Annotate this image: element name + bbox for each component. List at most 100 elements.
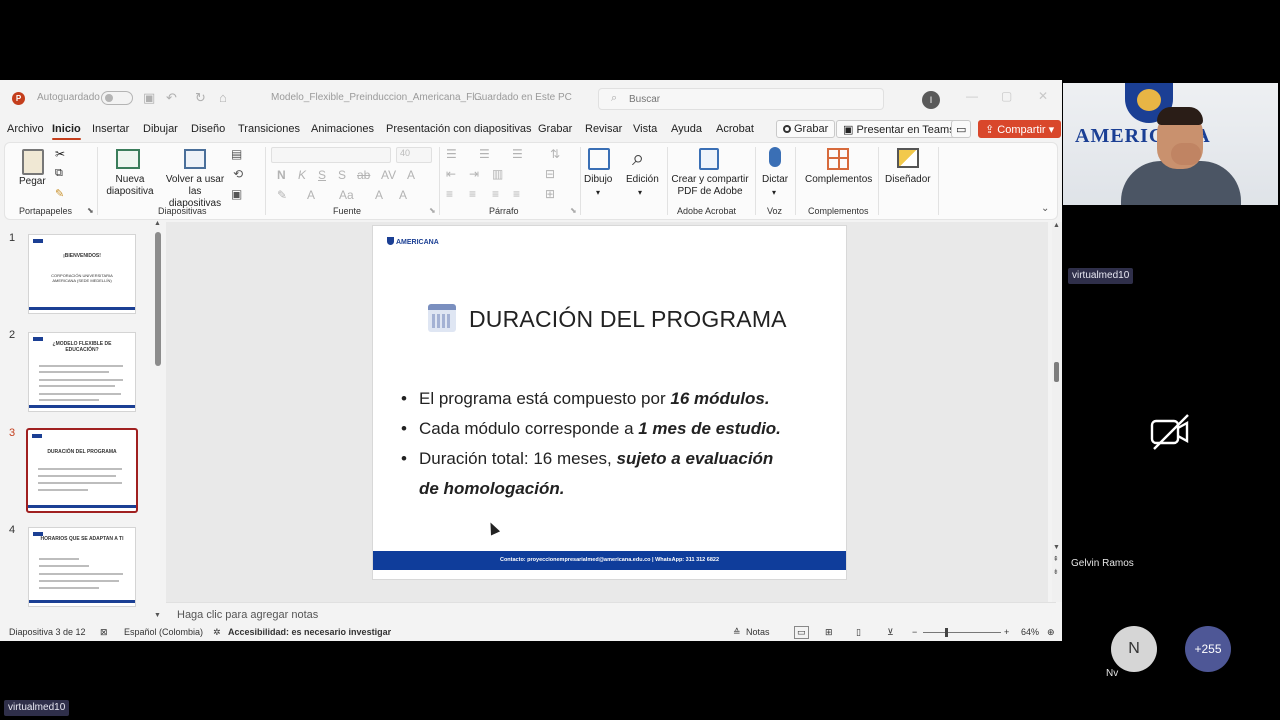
align-left-icon[interactable]: ≡	[446, 187, 453, 201]
dictate-dropdown-icon[interactable]: ▾	[772, 188, 776, 197]
present-in-teams-button[interactable]: ▣ Presentar en Teams	[836, 120, 962, 138]
strikethrough-icon[interactable]: ab	[357, 168, 370, 182]
participant-avatar[interactable]: N	[1111, 626, 1157, 672]
fit-slide-icon[interactable]: ⊕	[1047, 627, 1055, 638]
more-participants-button[interactable]: +255	[1185, 626, 1231, 672]
columns-icon[interactable]: ▥	[492, 167, 503, 181]
zoom-out-icon[interactable]: −	[912, 627, 917, 637]
search-input[interactable]	[629, 92, 869, 106]
reset-icon[interactable]: ⟲	[233, 167, 243, 181]
normal-view-icon[interactable]: ▭	[794, 626, 809, 639]
change-case-icon[interactable]: Aa	[339, 188, 354, 202]
tab-revisar[interactable]: Revisar	[585, 123, 622, 135]
scroll-up-icon[interactable]: ▲	[1053, 222, 1060, 229]
search-box[interactable]: ⌕	[598, 88, 884, 110]
shadow-icon[interactable]: S	[338, 168, 346, 182]
slideshow-icon[interactable]: ⊻	[887, 627, 894, 638]
drawing-dropdown-icon[interactable]: ▾	[596, 188, 600, 197]
share-button[interactable]: ⇪ Compartir ▾	[978, 120, 1062, 138]
numbering-icon[interactable]: ☰	[479, 147, 490, 161]
section-icon[interactable]: ▣	[231, 187, 242, 201]
find-icon[interactable]: ⌕	[632, 145, 644, 171]
tab-grabar[interactable]: Grabar	[538, 123, 572, 135]
create-pdf-icon[interactable]	[699, 148, 719, 170]
slide-sorter-icon[interactable]: ⊞	[825, 627, 833, 638]
zoom-slider-knob[interactable]	[945, 628, 948, 637]
addins-button[interactable]: Complementos	[805, 174, 872, 186]
undo-icon[interactable]: ↶	[166, 90, 177, 106]
text-direction-icon[interactable]: ⇅	[550, 147, 560, 161]
tab-insertar[interactable]: Insertar	[92, 123, 129, 135]
paste-icon[interactable]	[22, 149, 44, 175]
designer-button[interactable]: Diseñador	[885, 174, 931, 186]
scrollbar-thumb[interactable]	[1054, 362, 1059, 382]
minimize-icon[interactable]: —	[966, 89, 978, 103]
designer-icon[interactable]	[897, 148, 919, 168]
thumbnails-scrollbar[interactable]	[155, 232, 161, 366]
scroll-down-icon[interactable]: ▼	[1053, 544, 1060, 551]
zoom-in-icon[interactable]: +	[1004, 627, 1009, 637]
accessibility-status[interactable]: Accesibilidad: es necesario investigar	[228, 627, 391, 637]
shrink-font-icon[interactable]: A	[399, 188, 407, 202]
tab-diseno[interactable]: Diseño	[191, 123, 225, 135]
spellcheck-icon[interactable]: ⊠	[100, 627, 108, 638]
save-icon[interactable]: ▣	[143, 90, 155, 106]
bullets-icon[interactable]: ☰	[446, 147, 457, 161]
char-spacing-icon[interactable]: AV	[381, 168, 396, 182]
slide-thumbnail-2[interactable]: ¿MODELO FLEXIBLE DE EDUCACIÓN?	[28, 332, 136, 412]
font-size-box[interactable]: 40	[396, 147, 432, 163]
align-center-icon[interactable]: ≡	[469, 187, 476, 201]
previous-slide-icon[interactable]: ⇞	[1053, 555, 1059, 563]
align-right-icon[interactable]: ≡	[492, 187, 499, 201]
tab-archivo[interactable]: Archivo	[7, 123, 44, 135]
autosave-toggle[interactable]	[101, 91, 133, 105]
comments-button[interactable]: ▭	[951, 120, 972, 138]
layout-icon[interactable]: ▤	[231, 147, 242, 161]
reuse-slides-icon[interactable]	[184, 149, 206, 169]
reuse-slides-button[interactable]: Volver a usar las diapositivas	[162, 174, 228, 210]
new-slide-button[interactable]: Nueva diapositiva	[105, 174, 155, 198]
paragraph-launcher-icon[interactable]: ⬊	[570, 206, 577, 215]
zoom-level[interactable]: 64%	[1021, 627, 1039, 637]
maximize-icon[interactable]: ▢	[1001, 89, 1012, 103]
drawing-button[interactable]: Dibujo	[584, 174, 612, 186]
editing-button[interactable]: Edición	[626, 174, 659, 186]
profile-avatar[interactable]: I	[922, 91, 940, 109]
smartart-icon[interactable]: ⊞	[545, 187, 555, 201]
shapes-icon[interactable]	[588, 148, 610, 170]
grow-font-icon[interactable]: A	[375, 188, 383, 202]
justify-icon[interactable]: ≡	[513, 187, 520, 201]
record-button[interactable]: Grabar	[776, 120, 836, 138]
slide-thumbnail-1[interactable]: ¡BIENVENIDOS! CORPORACIÓN UNIVERSITARIA …	[28, 234, 136, 314]
underline-icon[interactable]: S	[318, 168, 326, 182]
slide-scrollbar[interactable]: ▲ ▼ ⇞ ⇟	[1052, 222, 1062, 602]
tab-vista[interactable]: Vista	[633, 123, 657, 135]
tab-acrobat[interactable]: Acrobat	[716, 123, 754, 135]
font-name-box[interactable]	[271, 147, 391, 163]
italic-icon[interactable]: K	[298, 168, 306, 182]
increase-indent-icon[interactable]: ⇥	[469, 167, 479, 181]
redo-icon[interactable]: ↻	[195, 90, 206, 106]
addins-icon[interactable]	[827, 148, 849, 170]
line-spacing-icon[interactable]: ☰	[512, 147, 523, 161]
close-icon[interactable]: ✕	[1038, 89, 1048, 103]
notes-icon[interactable]: ≙	[733, 627, 741, 638]
editing-dropdown-icon[interactable]: ▾	[638, 188, 642, 197]
create-pdf-button[interactable]: Crear y compartir PDF de Adobe	[670, 174, 750, 198]
microphone-icon[interactable]	[769, 147, 781, 167]
present-icon[interactable]: ⌂	[219, 90, 227, 105]
font-launcher-icon[interactable]: ⬊	[429, 206, 436, 215]
highlight-icon[interactable]: ✎	[277, 188, 287, 202]
font-color-icon[interactable]: A	[307, 188, 315, 202]
tab-dibujar[interactable]: Dibujar	[143, 123, 178, 135]
new-slide-icon[interactable]	[116, 149, 140, 169]
tab-inicio[interactable]: Inicio	[52, 123, 81, 140]
language-status[interactable]: Español (Colombia)	[124, 627, 203, 637]
next-slide-icon[interactable]: ⇟	[1053, 568, 1059, 576]
notes-toggle[interactable]: Notas	[746, 627, 770, 637]
collapse-ribbon-icon[interactable]: ⌄	[1041, 203, 1049, 214]
decrease-indent-icon[interactable]: ⇤	[446, 167, 456, 181]
slide-thumbnail-4[interactable]: HORARIOS QUE SE ADAPTAN A TI	[28, 527, 136, 607]
accessibility-icon[interactable]: ✲	[213, 627, 221, 638]
slide-thumbnail-3-selected[interactable]: DURACIÓN DEL PROGRAMA	[26, 428, 138, 513]
